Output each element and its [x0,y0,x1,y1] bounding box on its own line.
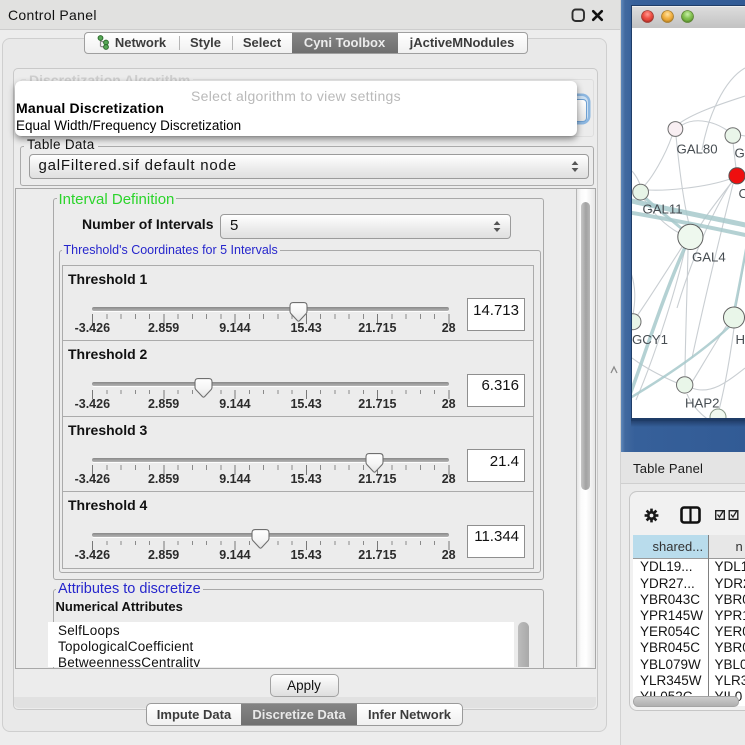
svg-text:GAL4: GAL4 [692,250,726,265]
svg-text:GAL80: GAL80 [677,142,718,157]
svg-text:GCY1: GCY1 [632,332,668,347]
svg-text:GA: GA [735,146,745,161]
svg-text:HAP2: HAP2 [685,396,719,411]
svg-text:C: C [739,186,745,201]
svg-text:H: H [736,332,745,347]
svg-text:GAL11: GAL11 [643,202,683,217]
